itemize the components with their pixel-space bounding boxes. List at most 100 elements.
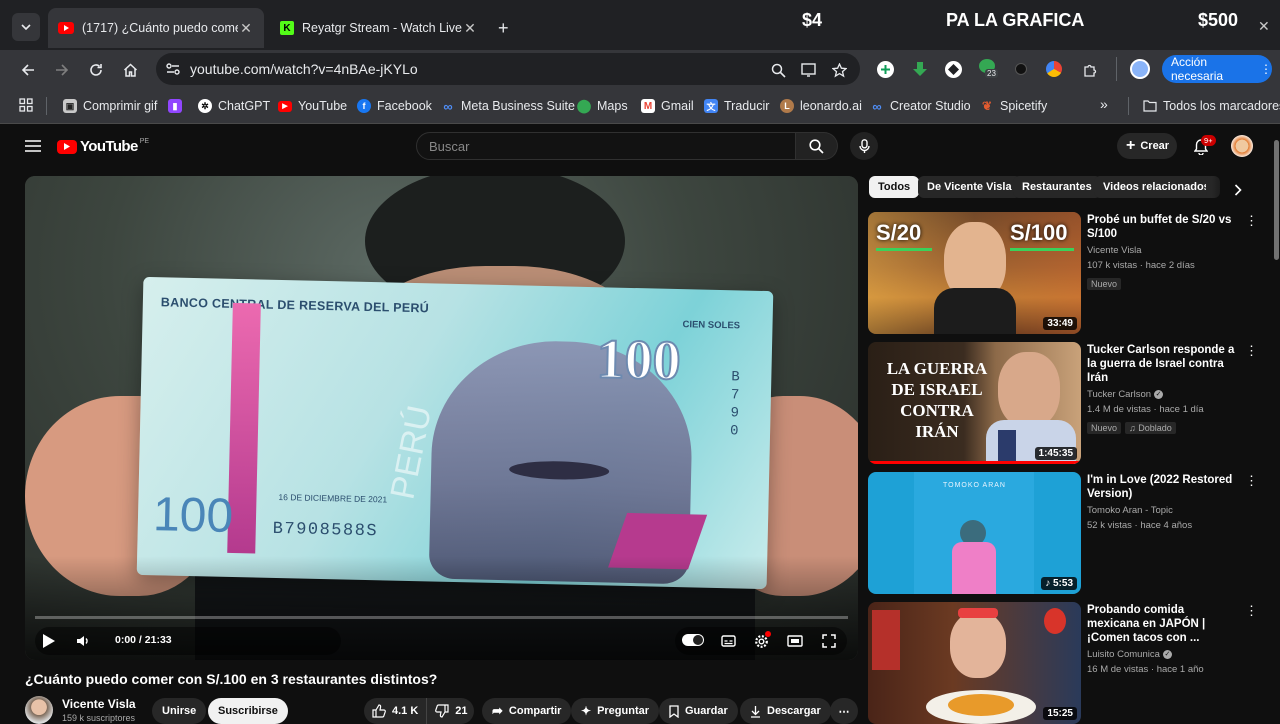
- bookmark-gmail[interactable]: M Gmail: [641, 96, 694, 116]
- thumbnail-text-block: LA GUERRA DE ISRAEL CONTRA IRÁN: [878, 358, 996, 442]
- cast-icon[interactable]: [798, 60, 818, 80]
- forward-icon[interactable]: [52, 60, 72, 80]
- subscribe-button[interactable]: Suscribirse: [208, 698, 288, 724]
- video-thumbnail[interactable]: S/20 S/100 33:49: [868, 212, 1081, 334]
- video-card-title[interactable]: Probando comida mexicana en JAPÓN | ¡Com…: [1087, 603, 1237, 645]
- progress-bar[interactable]: [35, 616, 848, 619]
- theater-mode-icon[interactable]: [785, 631, 805, 651]
- subtitles-icon[interactable]: [718, 631, 738, 651]
- create-button[interactable]: + Crear: [1117, 133, 1177, 159]
- thumbnail-text: S/20: [876, 220, 922, 245]
- bookmark-twitch[interactable]: ▮: [168, 96, 182, 116]
- window-close-icon[interactable]: ✕: [1258, 18, 1270, 35]
- tab-search-button[interactable]: [12, 13, 40, 41]
- menu-hamburger-icon[interactable]: [24, 138, 42, 154]
- chip-todos[interactable]: Todos: [869, 176, 920, 198]
- more-bookmarks-chevron-icon[interactable]: »: [1100, 96, 1108, 112]
- bookmark-maps[interactable]: ⬤ Maps: [577, 96, 628, 116]
- video-menu-icon[interactable]: ⋮: [1245, 603, 1258, 619]
- volume-icon[interactable]: [73, 631, 93, 651]
- bookmark-star-icon[interactable]: [829, 60, 849, 80]
- video-card-title[interactable]: Probé un buffet de S/20 vs S/100: [1087, 213, 1237, 241]
- bookmark-chatgpt[interactable]: ✲ ChatGPT: [198, 96, 270, 116]
- settings-gear-icon[interactable]: [751, 631, 771, 651]
- bookmark-facebook[interactable]: f Facebook: [357, 96, 432, 116]
- dubbed-badge: ♫ Doblado: [1125, 422, 1176, 434]
- search-placeholder: Buscar: [429, 138, 470, 154]
- translate-icon: 文: [704, 99, 718, 113]
- share-button[interactable]: ➦ Compartir: [482, 698, 572, 724]
- thumbnail-text: CONTRA IRÁN: [900, 401, 974, 441]
- bookmark-spicetify[interactable]: ❦ Spicetify: [980, 96, 1047, 116]
- microphone-icon: [858, 138, 870, 153]
- chip-related[interactable]: Videos relacionados: [1094, 176, 1219, 198]
- join-button[interactable]: Unirse: [152, 698, 207, 724]
- extensions-puzzle-icon[interactable]: [1080, 60, 1100, 80]
- save-button[interactable]: Guardar: [659, 698, 738, 724]
- add-extension-icon[interactable]: [877, 61, 894, 78]
- video-player[interactable]: BANCO CENTRAL DE RESERVA DEL PERÚ 100 CI…: [25, 176, 858, 660]
- youtube-logo[interactable]: YouTube PE: [57, 138, 149, 155]
- region-code: PE: [139, 138, 150, 145]
- bookmark-comprimir-gif[interactable]: ▣ Comprimir gif: [63, 96, 157, 116]
- bookmark-meta-business[interactable]: ∞ Meta Business Suite: [441, 96, 575, 116]
- video-card-title[interactable]: I'm in Love (2022 Restored Version): [1087, 473, 1237, 501]
- home-icon[interactable]: [120, 60, 140, 80]
- video-card-channel[interactable]: Vicente Visla: [1087, 243, 1237, 258]
- download-extension-icon[interactable]: [911, 60, 929, 78]
- thumbnail-text: DE ISRAEL: [891, 380, 983, 399]
- video-thumbnail[interactable]: TOMOKO ARAN ♪ 5:53: [868, 472, 1081, 594]
- bookmark-leonardo[interactable]: Lleonardo.ai: [780, 96, 862, 116]
- apps-grid-icon[interactable]: [18, 97, 34, 113]
- user-avatar[interactable]: [1231, 135, 1253, 157]
- video-menu-icon[interactable]: ⋮: [1245, 343, 1258, 359]
- back-icon[interactable]: [18, 60, 38, 80]
- bookmark-traducir[interactable]: 文 Traducir: [704, 96, 769, 116]
- video-card-channel[interactable]: Luisito Comunica: [1087, 647, 1160, 662]
- extension-dot-icon[interactable]: [1015, 63, 1027, 75]
- download-button[interactable]: Descargar: [740, 698, 831, 724]
- autoplay-toggle[interactable]: [682, 634, 704, 646]
- video-thumbnail[interactable]: 15:25: [868, 602, 1081, 724]
- profile-avatar[interactable]: [1130, 59, 1150, 79]
- close-tab-icon[interactable]: ✕: [238, 20, 254, 37]
- play-icon[interactable]: [39, 631, 59, 651]
- chip-restaurantes[interactable]: Restaurantes: [1013, 176, 1101, 198]
- action-needed-button[interactable]: Acción necesaria ⋮: [1162, 55, 1272, 83]
- video-card-title[interactable]: Tucker Carlson responde a la guerra de I…: [1087, 343, 1237, 385]
- dislike-button[interactable]: 21: [427, 698, 475, 724]
- video-card-channel[interactable]: Tomoko Aran - Topic: [1087, 503, 1237, 518]
- channel-name[interactable]: Vicente Visla: [62, 697, 136, 711]
- chip-channel[interactable]: De Vicente Visla: [918, 176, 1021, 198]
- new-tab-button[interactable]: +: [498, 18, 509, 39]
- video-menu-icon[interactable]: ⋮: [1245, 213, 1258, 229]
- ask-button[interactable]: ✦ Preguntar: [571, 698, 660, 724]
- video-thumbnail[interactable]: LA GUERRA DE ISRAEL CONTRA IRÁN 1:45:35: [868, 342, 1081, 464]
- fullscreen-icon[interactable]: [819, 631, 839, 651]
- join-label: Unirse: [162, 705, 197, 717]
- video-menu-icon[interactable]: ⋮: [1245, 473, 1258, 489]
- color-extension-icon[interactable]: [1046, 61, 1062, 77]
- voice-search-button[interactable]: [850, 132, 878, 160]
- page-scrollbar[interactable]: [1274, 140, 1279, 260]
- all-bookmarks-folder[interactable]: Todos los marcadores: [1143, 96, 1280, 116]
- address-bar[interactable]: youtube.com/watch?v=4nBAe-jKYLo: [156, 53, 860, 85]
- zoom-icon[interactable]: [768, 60, 788, 80]
- reload-icon[interactable]: [86, 60, 106, 80]
- search-input[interactable]: Buscar: [416, 132, 796, 160]
- tab-youtube[interactable]: (1717) ¿Cuánto puedo comer con S/.100 en…: [48, 8, 264, 48]
- overlay-title: PA LA GRAFICA: [946, 10, 1085, 30]
- more-actions-button[interactable]: ⋯: [830, 698, 858, 724]
- tab-kick[interactable]: K Reyatgr Stream - Watch Live on Kick ✕: [270, 8, 488, 48]
- extension-diamond-icon[interactable]: [945, 61, 962, 78]
- bookmark-creator-studio[interactable]: ∞ Creator Studio: [870, 96, 970, 116]
- close-tab-icon[interactable]: ✕: [462, 20, 478, 37]
- like-button[interactable]: 4.1 K: [364, 698, 428, 724]
- chips-next-chevron-icon[interactable]: [1229, 181, 1247, 199]
- chat-extension-icon[interactable]: 23: [979, 59, 999, 81]
- video-card-channel[interactable]: Tucker Carlson: [1087, 387, 1151, 402]
- bookmark-youtube[interactable]: ▶ YouTube: [278, 96, 347, 116]
- search-button[interactable]: [796, 132, 838, 160]
- url-text[interactable]: youtube.com/watch?v=4nBAe-jKYLo: [190, 61, 418, 77]
- site-info-icon[interactable]: [156, 63, 190, 75]
